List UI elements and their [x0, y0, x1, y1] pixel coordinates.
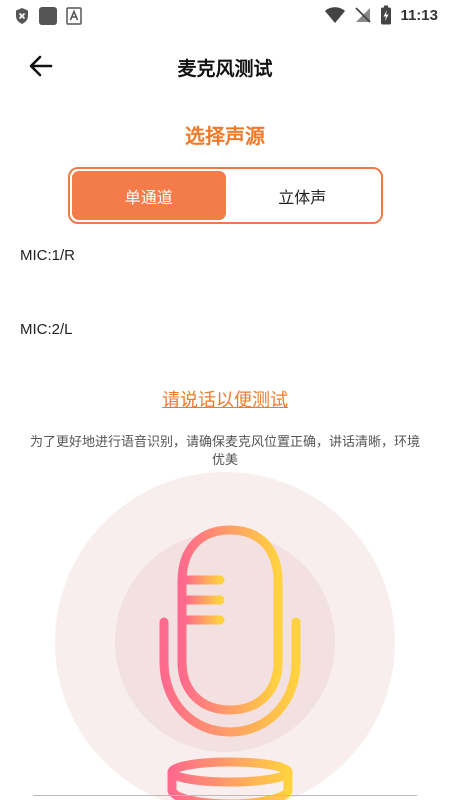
status-left-icons	[14, 6, 82, 26]
wifi-icon	[325, 7, 346, 23]
stereo-option[interactable]: 立体声	[226, 171, 380, 220]
status-time: 11:13	[400, 6, 438, 24]
source-section-title: 选择声源	[185, 124, 265, 148]
text-a-icon	[66, 7, 82, 25]
status-right-icons: 11:13	[324, 5, 438, 25]
no-signal-icon	[355, 7, 372, 23]
mic-2-label: MIC:2/L	[20, 321, 73, 338]
mic-1-label: MIC:1/R	[20, 247, 76, 264]
battery-charging-icon	[381, 5, 392, 25]
microphone-icon	[159, 525, 301, 800]
top-app-bar: 麦克风测试	[0, 40, 450, 92]
speak-to-test-link[interactable]: 请说话以便测试	[0, 386, 450, 412]
shield-close-icon	[16, 8, 28, 24]
status-bar: 11:13	[0, 0, 450, 32]
page-title: 麦克风测试	[177, 58, 273, 80]
microphone-visual[interactable]	[55, 462, 395, 800]
app-square-icon	[39, 7, 57, 25]
bottom-divider	[33, 795, 417, 796]
mono-channel-option[interactable]: 单通道	[72, 171, 226, 220]
channel-toggle: 单通道 立体声	[68, 167, 383, 224]
